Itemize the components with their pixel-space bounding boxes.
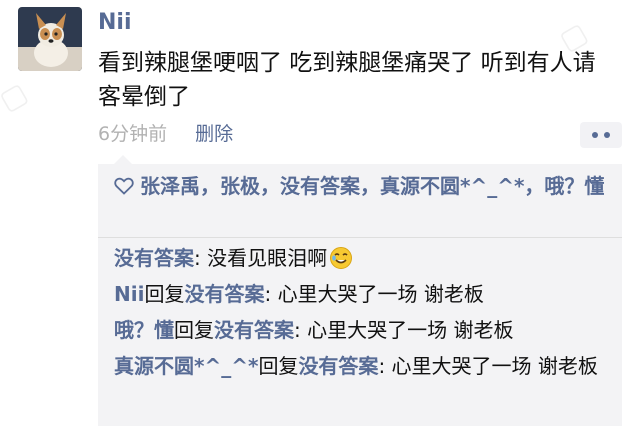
comment-separator: : [264, 282, 278, 306]
dot [604, 132, 610, 138]
comment-item[interactable]: 真源不圆*^_^*回复没有答案: 心里大哭了一场 谢老板 [114, 350, 614, 382]
reply-label: 回复 [258, 354, 299, 378]
comment-text: 心里大哭了一场 谢老板 [307, 318, 514, 342]
dot [592, 132, 598, 138]
delete-button[interactable]: 删除 [195, 123, 233, 145]
comment-text: 没看见眼泪啊 [207, 246, 328, 270]
interaction-panel: 张泽禹，张极，没有答案，真源不圆*^_^*，哦？懂 没有答案: 没看见眼泪啊 N… [98, 155, 622, 426]
comment-separator: : [194, 246, 208, 270]
heart-icon [114, 177, 134, 195]
reply-label: 回复 [144, 282, 185, 306]
comment-author[interactable]: 没有答案 [114, 246, 194, 270]
like-names[interactable]: 张泽禹，张极，没有答案，真源不圆*^_^*，哦？懂 [140, 174, 604, 198]
post-meta: 6分钟前 删除 [98, 120, 233, 148]
comment-author[interactable]: 真源不圆*^_^* [114, 354, 258, 378]
comment-separator: : [378, 354, 392, 378]
comment-text: 心里大哭了一场 谢老板 [391, 354, 598, 378]
comment-item[interactable]: Nii回复没有答案: 心里大哭了一场 谢老板 [114, 278, 614, 310]
comment-author[interactable]: Nii [114, 282, 144, 306]
comment-author[interactable]: 哦？懂 [114, 318, 174, 342]
comment-separator: : [294, 318, 308, 342]
avatar[interactable] [18, 7, 82, 71]
likes-list: 张泽禹，张极，没有答案，真源不圆*^_^*，哦？懂 [114, 170, 614, 202]
reply-target[interactable]: 没有答案 [298, 354, 378, 378]
comment-item[interactable]: 哦？懂回复没有答案: 心里大哭了一场 谢老板 [114, 314, 614, 346]
comment-text: 心里大哭了一场 谢老板 [277, 282, 484, 306]
divider [98, 237, 622, 238]
comment-list: 没有答案: 没看见眼泪啊 Nii回复没有答案: 心里大哭了一场 谢老板 哦？懂回… [114, 242, 614, 386]
post-text: 看到辣腿堡哽咽了 吃到辣腿堡痛哭了 听到有人请客晕倒了 [98, 50, 596, 110]
comment-item[interactable]: 没有答案: 没看见眼泪啊 [114, 242, 614, 274]
reply-target[interactable]: 没有答案 [184, 282, 264, 306]
reply-target[interactable]: 没有答案 [214, 318, 294, 342]
more-dots-icon[interactable] [580, 122, 622, 148]
tearful-laugh-emoji-icon [330, 247, 353, 269]
post-time: 6分钟前 [98, 123, 168, 145]
watermark: ▢ [0, 75, 33, 118]
reply-label: 回复 [174, 318, 214, 342]
post-author[interactable]: Nii [98, 8, 132, 38]
